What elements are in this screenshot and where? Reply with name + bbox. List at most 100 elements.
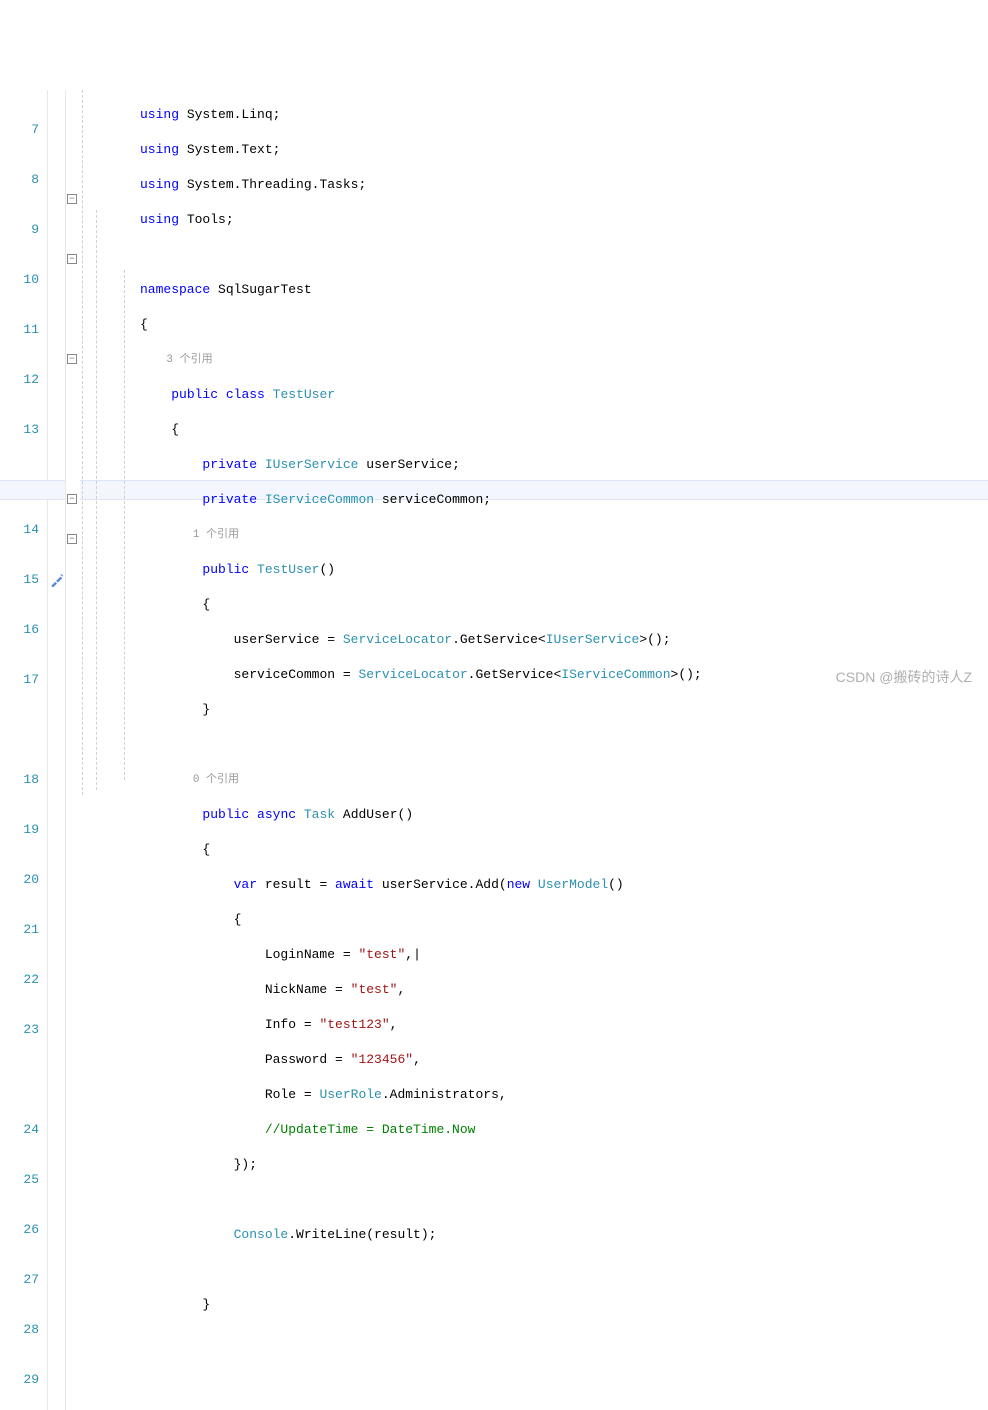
line-number: 20 [0,870,39,890]
namespace-ref: System.Text; [187,142,281,157]
line-number: 22 [0,970,39,990]
comment: //UpdateTime = DateTime.Now [265,1122,476,1137]
type-name: ServiceLocator [343,632,452,647]
type-name: TestUser [273,387,335,402]
call: userService.Add( [374,877,507,892]
assign: serviceCommon = [234,667,359,682]
prop: Role = [265,1087,320,1102]
brace: { [140,317,148,332]
line-number: 17 [0,670,39,690]
brace: } [202,1297,210,1312]
fold-toggle[interactable]: − [67,534,77,544]
string-literal: "test" [351,982,398,997]
fold-toggle[interactable]: − [67,354,77,364]
field-name: serviceCommon; [382,492,491,507]
call: >(); [639,632,670,647]
indent-guides [80,90,140,1410]
call: >(); [671,667,702,682]
keyword: using [140,177,179,192]
keyword: public [171,387,218,402]
codelens-references[interactable]: 1 个引用 [193,529,239,541]
keyword: using [140,212,179,227]
field-name: userService; [366,457,460,472]
type-name: IServiceCommon [265,492,374,507]
call: .GetService< [468,667,562,682]
string-literal: "test123" [319,1017,389,1032]
namespace-ref: Tools; [187,212,234,227]
marker-margin [48,90,66,1410]
line-number-gutter: 7 8 9 10 11 12 13 14 15 16 17 18 19 20 2… [0,90,48,1410]
parens: () [608,877,624,892]
keyword: private [202,457,257,472]
line-number: 24 [0,1120,39,1140]
line-number: 19 [0,820,39,840]
prop: NickName = [265,982,351,997]
prop: LoginName = [265,947,359,962]
enum-value: .Administrators, [382,1087,507,1102]
fold-toggle[interactable]: − [67,494,77,504]
brace: { [202,842,210,857]
fold-toggle[interactable]: − [67,194,77,204]
method-name: AddUser [343,807,398,822]
line-number: 10 [0,270,39,290]
prop: Password = [265,1052,351,1067]
line-number: 21 [0,920,39,940]
assign: userService = [234,632,343,647]
keyword: await [335,877,374,892]
line-number [0,1070,39,1090]
line-number: 15 [0,570,39,590]
line-number: 25 [0,1170,39,1190]
comma: , [390,1017,398,1032]
string-literal: "123456" [351,1052,413,1067]
ctor-name: TestUser [257,562,319,577]
brace: { [202,597,210,612]
parens: () [398,807,414,822]
line-number: 11 [0,320,39,340]
code-area[interactable]: using System.Linq; using System.Text; us… [140,90,988,1410]
comma: , [413,1052,421,1067]
fold-margin: − − − − − [66,90,80,1410]
namespace-ref: System.Threading.Tasks; [187,177,366,192]
line-number: 18 [0,770,39,790]
keyword: using [140,107,179,122]
brace: { [171,422,179,437]
line-number: 8 [0,170,39,190]
line-number [0,720,39,740]
call: .WriteLine(result); [288,1227,436,1242]
namespace-ref: System.Linq; [187,107,281,122]
type-name: UserModel [538,877,608,892]
keyword: new [507,877,530,892]
line-number: 29 [0,1370,39,1390]
line-number: 26 [0,1220,39,1240]
line-number: 16 [0,620,39,640]
brace: } [202,702,210,717]
fold-toggle[interactable]: − [67,254,77,264]
type-name: ServiceLocator [358,667,467,682]
comma: , [397,982,405,997]
keyword: public [202,562,249,577]
prop: Info = [265,1017,320,1032]
call: .GetService< [452,632,546,647]
line-number: 12 [0,370,39,390]
screwdriver-icon[interactable] [50,573,64,587]
keyword: class [226,387,265,402]
code-editor[interactable]: 7 8 9 10 11 12 13 14 15 16 17 18 19 20 2… [0,90,988,1410]
text-caret: | [413,947,421,962]
string-literal: "test" [358,947,405,962]
keyword: using [140,142,179,157]
close-init: }); [234,1157,257,1172]
type-name: UserRole [319,1087,381,1102]
namespace-name: SqlSugarTest [218,282,312,297]
brace: { [234,912,242,927]
watermark: CSDN @搬砖的诗人Z [836,667,972,687]
type-name: Task [304,807,335,822]
comma: , [405,947,413,962]
line-number: 7 [0,120,39,140]
keyword: async [257,807,296,822]
type-name: IServiceCommon [561,667,670,682]
type-name: IUserService [265,457,359,472]
codelens-references[interactable]: 3 个引用 [166,354,212,366]
parens: () [319,562,335,577]
codelens-references[interactable]: 0 个引用 [193,774,239,786]
type-name: Console [234,1227,289,1242]
